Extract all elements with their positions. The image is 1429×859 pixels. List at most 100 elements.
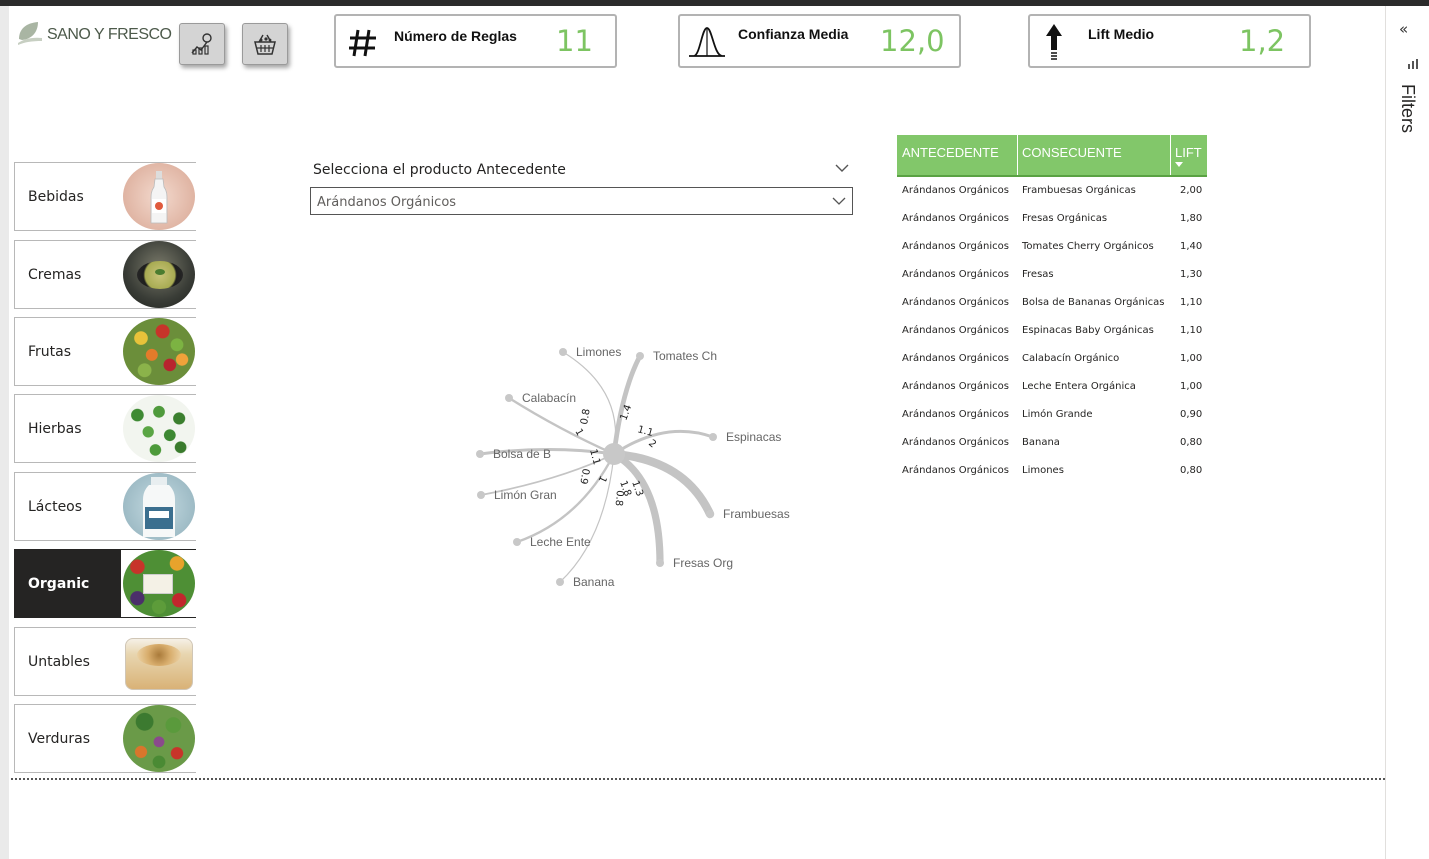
page-separator — [11, 778, 1385, 780]
double-chevron-left-icon[interactable]: « — [1399, 20, 1408, 38]
table-row[interactable]: Arándanos Orgánicos Fresas Orgánicas 1,80 — [897, 205, 1207, 233]
table-row[interactable]: Arándanos Orgánicos Frambuesas Orgánicas 2… — [897, 177, 1207, 205]
antecedent-node[interactable] — [603, 443, 625, 465]
frutas-image — [121, 318, 196, 385]
table-cell: Fresas — [1022, 269, 1054, 280]
network-edge[interactable] — [612, 429, 715, 456]
table-cell: 1,30 — [1180, 269, 1203, 280]
category-label: Verduras — [28, 731, 91, 747]
table-cell: 1,10 — [1180, 325, 1203, 336]
table-cell: Leche Entera Orgánica — [1022, 381, 1136, 392]
network-node-label: Frambuesas — [723, 507, 790, 521]
hierbas-image — [121, 395, 196, 462]
category-button-bebidas[interactable]: Bebidas — [14, 162, 196, 231]
table-cell: Arándanos Orgánicos — [902, 325, 1009, 336]
brand-name: SANO Y FRESCO — [47, 26, 172, 43]
analytics-page-button[interactable] — [179, 23, 225, 65]
table-row[interactable]: Arándanos Orgánicos Limones 0,80 — [897, 457, 1207, 485]
table-cell: 0,90 — [1180, 409, 1203, 420]
table-cell: Limón Grande — [1022, 409, 1093, 420]
table-cell: Tomates Cherry Orgánicos — [1022, 241, 1154, 252]
network-edge-weight: 0.9 — [577, 467, 591, 485]
network-node[interactable] — [477, 491, 485, 499]
table-cell: Bolsa de Bananas Orgánicas — [1022, 297, 1165, 308]
category-label: Untables — [28, 654, 90, 670]
table-cell: Espinacas Baby Orgánicas — [1022, 325, 1154, 336]
kpi-title: Número de Reglas — [394, 28, 517, 44]
category-button-verduras[interactable]: Verduras — [14, 704, 196, 773]
association-network-graph: Limones0.8Tomates Ch1.4Calabacín1 Espinac… — [476, 345, 790, 589]
network-node[interactable] — [559, 348, 567, 356]
brand-logo: SANO Y FRESCO — [16, 19, 172, 53]
network-node[interactable] — [505, 394, 513, 402]
network-edge-weight: 1.1 — [636, 424, 654, 439]
kpi-title: Confianza Media — [738, 26, 849, 42]
chevron-down-icon[interactable] — [834, 160, 850, 176]
table-row[interactable]: Arándanos Orgánicos Espinacas Baby Orgáni… — [897, 317, 1207, 345]
network-node[interactable] — [656, 559, 664, 567]
filters-pane: « Filters — [1385, 6, 1429, 859]
category-button-lacteos[interactable]: Lácteos — [14, 472, 196, 541]
table-cell: Arándanos Orgánicos — [902, 213, 1009, 224]
table-cell: Arándanos Orgánicos — [902, 241, 1009, 252]
table-cell: Calabacín Orgánico — [1022, 353, 1120, 364]
kpi-card-rules: Número de Reglas 11 — [334, 14, 617, 68]
window-left-edge — [0, 6, 9, 859]
table-cell: 1,10 — [1180, 297, 1203, 308]
category-label: Organic — [28, 576, 90, 592]
table-row[interactable]: Arándanos Orgánicos Leche Entera Orgánica… — [897, 373, 1207, 401]
kpi-value: 11 — [556, 24, 593, 58]
network-node-label: Espinacas — [726, 430, 781, 444]
category-label: Lácteos — [28, 499, 83, 515]
table-header: ANTECEDENTE CONSECUENTE LIFT — [897, 135, 1207, 177]
network-edge-weight: 0.8 — [613, 490, 625, 507]
table-cell: 2,00 — [1180, 185, 1203, 196]
antecedent-dropdown[interactable]: Arándanos Orgánicos — [310, 187, 853, 215]
category-button-untables[interactable]: Untables — [14, 627, 196, 696]
table-cell: Arándanos Orgánicos — [902, 465, 1009, 476]
network-edge[interactable] — [610, 450, 664, 567]
column-header-lift[interactable]: LIFT — [1171, 135, 1207, 175]
category-button-frutas[interactable]: Frutas — [14, 317, 196, 386]
table-row[interactable]: Arándanos Orgánicos Limón Grande 0,90 — [897, 401, 1207, 429]
network-node-label: Tomates Ch — [653, 349, 717, 363]
verduras-image — [121, 705, 196, 772]
table-cell: Arándanos Orgánicos — [902, 185, 1009, 196]
network-node-label: Limón Gran — [494, 488, 557, 502]
untables-image — [121, 628, 196, 695]
network-node[interactable] — [709, 433, 717, 441]
table-row[interactable]: Arándanos Orgánicos Banana 0,80 — [897, 429, 1207, 457]
network-node[interactable] — [556, 578, 564, 586]
cremas-image — [121, 241, 196, 308]
basket-page-button[interactable] — [242, 23, 288, 65]
network-node[interactable] — [706, 510, 714, 518]
filter-icon — [1408, 59, 1418, 69]
rules-table: ANTECEDENTE CONSECUENTE LIFT Arándanos O… — [897, 135, 1207, 485]
table-row[interactable]: Arándanos Orgánicos Calabacín Orgánico 1,0… — [897, 345, 1207, 373]
table-cell: Arándanos Orgánicos — [902, 353, 1009, 364]
table-cell: Arándanos Orgánicos — [902, 437, 1009, 448]
kpi-title: Lift Medio — [1088, 26, 1155, 42]
category-button-hierbas[interactable]: Hierbas — [14, 394, 196, 463]
network-node[interactable] — [636, 352, 644, 360]
shopping-basket-icon — [254, 34, 276, 55]
table-row[interactable]: Arándanos Orgánicos Tomates Cherry Orgáni… — [897, 233, 1207, 261]
organic-image — [121, 550, 196, 617]
network-node[interactable] — [513, 538, 521, 546]
table-row[interactable]: Arándanos Orgánicos Bolsa de Bananas Orgá… — [897, 289, 1207, 317]
table-cell: Arándanos Orgánicos — [902, 381, 1009, 392]
table-cell: Fresas Orgánicas — [1022, 213, 1108, 224]
table-cell: Frambuesas Orgánicas — [1022, 185, 1136, 196]
filters-pane-label[interactable]: Filters — [1390, 84, 1426, 154]
table-row[interactable]: Arándanos Orgánicos Fresas 1,30 — [897, 261, 1207, 289]
network-node[interactable] — [476, 450, 484, 458]
kpi-value: 1,2 — [1239, 24, 1286, 58]
category-button-cremas[interactable]: Cremas — [14, 240, 196, 309]
category-label: Bebidas — [28, 189, 84, 205]
column-header-antecedente[interactable]: ANTECEDENTE — [897, 135, 1018, 175]
network-edge[interactable] — [507, 396, 616, 456]
column-header-consecuente[interactable]: CONSECUENTE — [1018, 135, 1171, 175]
bebidas-image — [121, 163, 196, 230]
table-cell: Arándanos Orgánicos — [902, 409, 1009, 420]
category-button-organic[interactable]: Organic — [14, 549, 196, 618]
